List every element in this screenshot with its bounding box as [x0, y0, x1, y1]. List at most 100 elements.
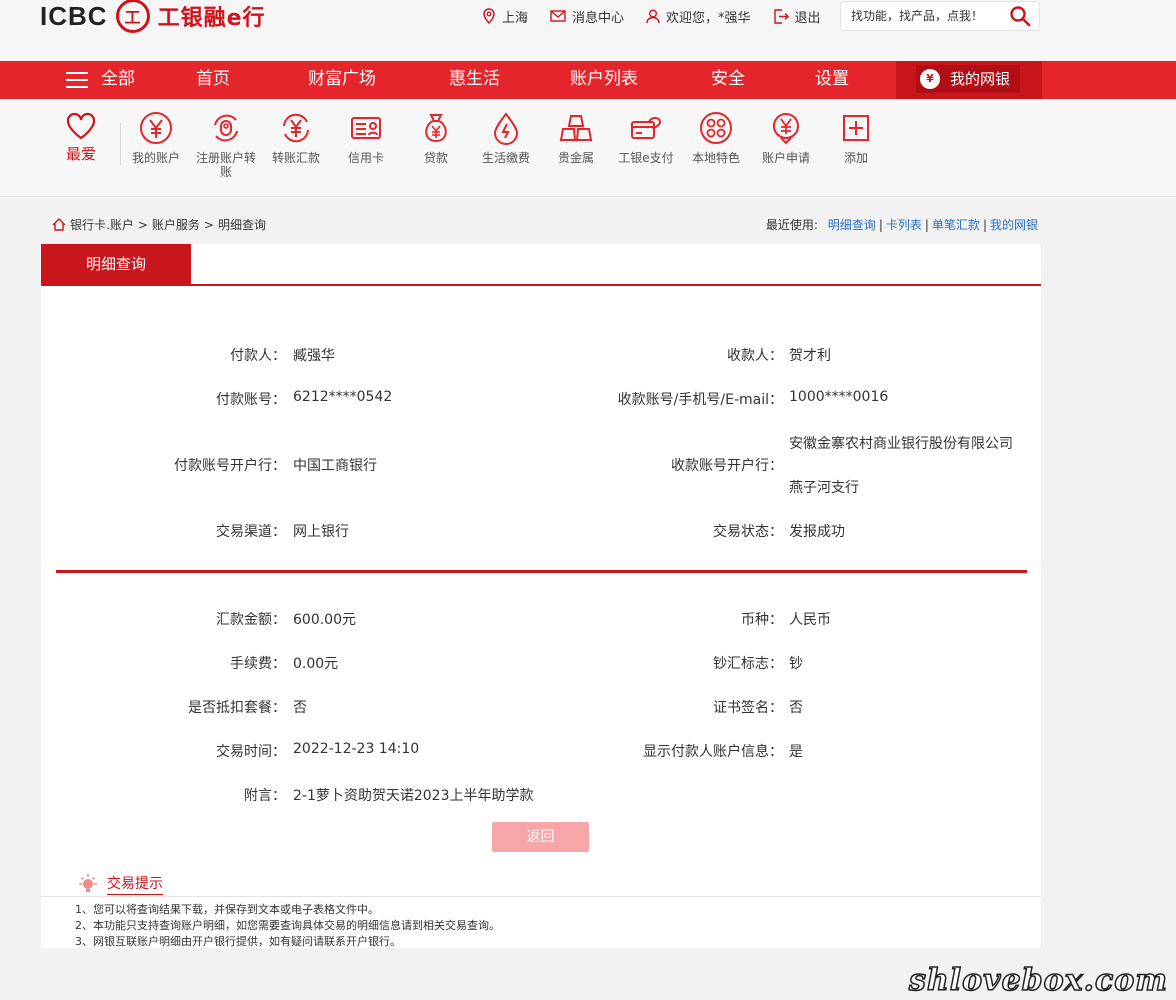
hamburger-menu-icon[interactable]: [66, 72, 88, 88]
nav-wealth-plaza[interactable]: 财富广场: [308, 61, 376, 99]
quick-register-transfer[interactable]: 注册账户转账: [191, 111, 261, 179]
logout-link[interactable]: 退出: [773, 7, 821, 26]
payer-account-label: 付款账号：: [216, 392, 286, 408]
channel-value: 网上银行: [293, 524, 349, 540]
payee-bank-value-line1: 安徽金寨农村商业银行股份有限公司: [789, 436, 1013, 452]
credit-card-icon: [351, 117, 381, 139]
icbc-logo[interactable]: ICBC 工 工银融e行: [40, 0, 265, 33]
tip-item: 1、您可以将查询结果下载，并保存到文本或电子表格文件中。: [75, 903, 379, 916]
gold-bars-icon: [559, 115, 593, 141]
quick-epay[interactable]: 工银e支付: [611, 111, 681, 165]
breadcrumb-separator: >: [203, 217, 214, 232]
nav-settings[interactable]: 设置: [815, 61, 849, 99]
my-ebank-label: 我的网银: [950, 70, 1011, 88]
payee-bank-label: 收款账号开户行：: [671, 458, 783, 474]
money-bag-icon: ¥: [920, 69, 940, 89]
add-icon: [843, 115, 869, 141]
nav-security[interactable]: 安全: [711, 61, 745, 99]
message-center-link[interactable]: 消息中心: [550, 7, 624, 26]
quick-credit-card[interactable]: 信用卡: [331, 111, 401, 165]
tab-bar: 明细查询: [41, 244, 1041, 286]
search-icon[interactable]: [1009, 5, 1031, 27]
tab-detail-query[interactable]: 明细查询: [41, 244, 191, 285]
breadcrumb-item[interactable]: 账户服务: [152, 216, 200, 233]
package-value: 否: [293, 700, 307, 716]
quick-precious-metal[interactable]: 贵金属: [541, 111, 611, 165]
back-button[interactable]: 返回: [492, 822, 589, 852]
tip-item: 3、网银互联账户明细由开户银行提供，如有疑问请联系开户银行。: [75, 935, 401, 948]
status-label: 交易状态：: [713, 524, 783, 540]
welcome-label: 欢迎您，*强华: [666, 10, 751, 26]
local-feature-icon: [700, 112, 732, 144]
top-links: 上海 消息中心 欢迎您，*强华 退出: [482, 4, 843, 28]
package-label: 是否抵扣套餐：: [188, 700, 286, 716]
quick-add[interactable]: 添加: [821, 111, 891, 165]
logout-label: 退出: [794, 10, 821, 26]
nav-home[interactable]: 首页: [196, 61, 230, 99]
my-ebank-button[interactable]: ¥ 我的网银: [896, 61, 1042, 99]
recent-used: 最近使用: 明细查询 | 卡列表 | 单笔汇款 | 我的网银: [765, 218, 1038, 232]
icbc-seal-icon: 工: [115, 0, 150, 33]
search-box: [840, 1, 1040, 31]
amount-label: 汇款金额：: [216, 612, 286, 628]
nav-life[interactable]: 惠生活: [449, 61, 500, 99]
tips-header: 交易提示: [77, 872, 163, 896]
quick-my-account[interactable]: 我的账户: [121, 111, 191, 165]
payee-account-label: 收款账号/手机号/E-mail：: [617, 392, 783, 408]
quick-utility-payment[interactable]: 生活缴费: [471, 111, 541, 165]
transfer-register-icon: [214, 114, 238, 142]
payee-value: 贺才利: [789, 348, 831, 364]
payer-value: 臧强华: [293, 348, 335, 364]
currency-label: 币种：: [741, 612, 783, 628]
main-nav: 全部 首页 财富广场 惠生活 账户列表 安全 设置 ¥ 我的网银: [0, 61, 1176, 99]
nav-all[interactable]: 全部: [101, 61, 135, 99]
loan-bag-icon: [425, 114, 447, 143]
show-payer-label: 显示付款人账户信息：: [643, 744, 783, 760]
quick-local-feature[interactable]: 本地特色: [681, 111, 751, 165]
tip-item: 2、本功能只支持查询账户明细，如您需要查询具体交易的明细信息请到相关交易查询。: [75, 919, 500, 932]
recent-link-detail-query[interactable]: 明细查询: [828, 218, 876, 232]
favorites-label: 最爱: [65, 145, 96, 163]
tips-title: 交易提示: [107, 873, 163, 895]
payer-account-value: 6212****0542: [293, 389, 393, 405]
location-link[interactable]: 上海: [482, 7, 528, 26]
channel-label: 交易渠道：: [216, 524, 286, 540]
location-icon: [483, 8, 495, 24]
tips-divider: [41, 896, 1041, 897]
quick-label: 本地特色: [691, 151, 740, 165]
search-input[interactable]: [851, 9, 1011, 23]
recent-label: 最近使用:: [765, 218, 818, 232]
user-icon: [646, 9, 660, 23]
breadcrumb-item[interactable]: 银行卡.账户: [70, 216, 134, 233]
payee-account-value: 1000****0016: [789, 389, 889, 405]
recent-link-card-list[interactable]: 卡列表: [886, 218, 922, 232]
quick-transfer[interactable]: 转账汇款: [261, 111, 331, 165]
payer-bank-label: 付款账号开户行：: [174, 458, 286, 474]
yuan-coin-icon: [140, 112, 172, 144]
breadcrumb-separator: >: [137, 217, 148, 232]
quick-label: 工银e支付: [618, 151, 674, 165]
transfer-icon: [283, 113, 309, 143]
heart-icon: [66, 112, 96, 140]
detail-panel: 明细查询 付款人： 臧强华 收款人： 贺才利 付款账号： 6212****054…: [41, 244, 1041, 948]
quick-access-bar: 最爱 我的账户 注册账户转账 转账汇款 信用卡 贷款 生活缴费 贵金属 工银e支…: [0, 99, 1176, 197]
payee-label: 收款人：: [727, 348, 783, 364]
top-bar: ICBC 工 工银融e行 上海 消息中心 欢迎您，*强华 退出: [0, 0, 1176, 60]
section-divider: [56, 570, 1027, 573]
favorites-button[interactable]: 最爱: [62, 111, 100, 164]
quick-label: 添加: [843, 151, 868, 165]
quick-label: 注册账户转账: [195, 151, 256, 179]
recent-link-my-ebank[interactable]: 我的网银: [990, 218, 1038, 232]
quick-label: 贵金属: [557, 151, 594, 165]
amount-value: 600.00元: [293, 612, 356, 628]
logout-icon: [773, 8, 789, 24]
lightbulb-icon: [79, 874, 97, 892]
recent-link-single-transfer[interactable]: 单笔汇款: [932, 218, 980, 232]
home-icon[interactable]: [52, 218, 66, 231]
epay-icon: [631, 117, 662, 139]
nav-account-list[interactable]: 账户列表: [570, 61, 638, 99]
quick-account-apply[interactable]: 账户申请: [751, 111, 821, 165]
breadcrumb-current: 明细查询: [217, 218, 266, 232]
quick-loan[interactable]: 贷款: [401, 111, 471, 165]
welcome-user-link[interactable]: 欢迎您，*强华: [646, 7, 751, 26]
